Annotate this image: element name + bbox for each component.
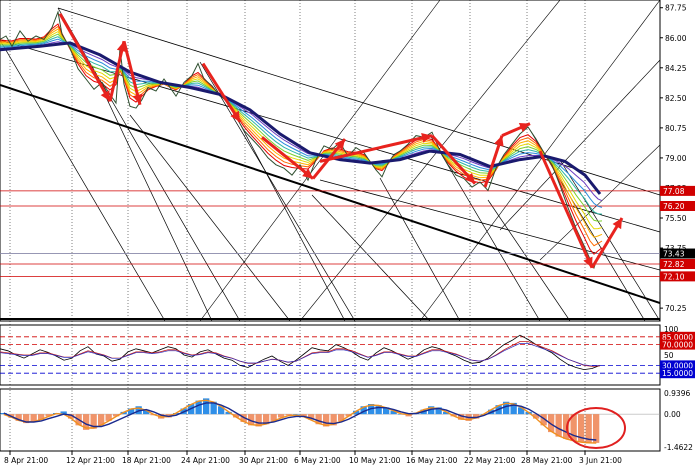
macd-axis: 0.9396 0.00 -1.4622 — [664, 389, 693, 452]
time-tick-label: 3 Jun 21:00 — [579, 456, 622, 465]
price-tick-label: 86.00 — [665, 34, 687, 43]
macd-tick-label: 0.00 — [664, 410, 681, 419]
level-label: 77.08 — [663, 187, 685, 196]
rsi-tick-label: 50 — [664, 351, 674, 360]
time-tick-label: 28 May 21:00 — [521, 456, 573, 465]
level-label: 73.43 — [663, 250, 685, 259]
time-axis: 8 Apr 21:00 12 Apr 21:00 18 Apr 21:00 24 Ap… — [4, 451, 622, 465]
time-tick-label: 10 May 21:00 — [349, 456, 401, 465]
price-tick-label: 82.50 — [665, 94, 687, 103]
price-tick-label: 79.00 — [665, 154, 687, 163]
time-tick-label: 12 Apr 21:00 — [66, 456, 115, 465]
level-label: 72.82 — [663, 260, 685, 269]
price-tick-label: 70.25 — [665, 304, 687, 313]
price-tick-label: 84.25 — [665, 64, 687, 73]
macd-tick-label: -1.4622 — [664, 443, 693, 452]
time-tick-label: 24 Apr 21:00 — [181, 456, 230, 465]
macd-histogram-bar — [593, 414, 600, 443]
rsi-axis: 85.000070.000030.000015.000010050 — [660, 325, 695, 379]
rsi-level-label: 15.0000 — [662, 369, 693, 378]
time-tick-label: 6 May 21:00 — [294, 456, 341, 465]
time-tick-label: 16 May 21:00 — [406, 456, 458, 465]
rsi-level-label: 70.0000 — [662, 341, 693, 350]
time-tick-label: 18 Apr 21:00 — [122, 456, 171, 465]
rsi-tick-label: 100 — [664, 325, 679, 334]
price-tick-label: 80.75 — [665, 124, 687, 133]
trading-chart[interactable]: 87.7586.0084.2582.5080.7579.0077.2575.50… — [0, 0, 695, 465]
time-tick-label: 8 Apr 21:00 — [4, 456, 48, 465]
price-tick-label: 87.75 — [665, 4, 687, 13]
macd-tick-label: 0.9396 — [664, 389, 690, 398]
time-tick-label: 22 May 21:00 — [464, 456, 516, 465]
level-labels: 77.08 76.20 73.4372.82 72.10 — [660, 185, 695, 282]
level-label: 72.10 — [663, 272, 685, 281]
level-label: 76.20 — [663, 202, 685, 211]
price-tick-label: 75.50 — [665, 214, 687, 223]
macd-histogram-bar — [555, 414, 562, 437]
time-tick-label: 30 Apr 21:00 — [239, 456, 288, 465]
